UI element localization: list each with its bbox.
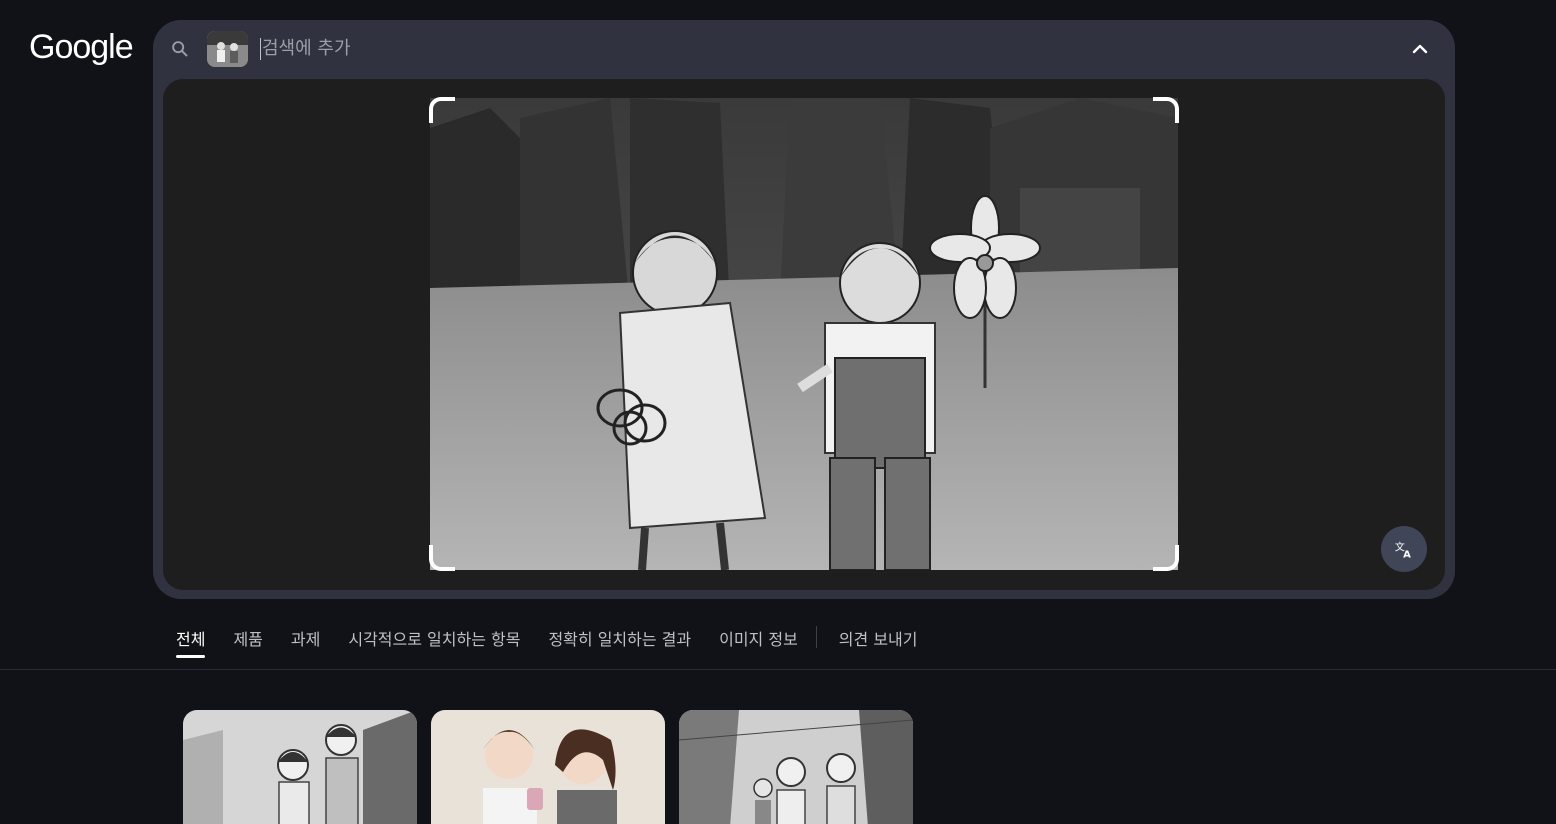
crop-handle-bottom-right[interactable] — [1153, 545, 1179, 571]
crop-handle-bottom-left[interactable] — [429, 545, 455, 571]
result-tabs: 전체 제품 과제 시각적으로 일치하는 항목 정확히 일치하는 결과 이미지 정… — [176, 626, 945, 658]
chevron-up-icon[interactable] — [1406, 36, 1434, 62]
svg-text:A: A — [1403, 549, 1411, 559]
tab-feedback[interactable]: 의견 보내기 — [839, 626, 918, 658]
search-bar — [153, 20, 1455, 76]
lens-panel: 文 A — [153, 20, 1455, 599]
tab-all[interactable]: 전체 — [176, 626, 206, 658]
results-grid — [183, 710, 913, 824]
search-icon[interactable] — [169, 38, 191, 60]
tab-separator — [815, 626, 817, 648]
divider — [0, 669, 1556, 670]
query-image-thumbnail[interactable] — [207, 31, 248, 67]
text-caret — [260, 38, 261, 60]
tab-about-image[interactable]: 이미지 정보 — [719, 626, 798, 658]
image-stage: 文 A — [163, 79, 1445, 590]
crop-handle-top-left[interactable] — [429, 97, 455, 123]
result-image-2[interactable] — [431, 710, 665, 824]
google-logo[interactable]: Google — [29, 28, 134, 67]
tab-products[interactable]: 제품 — [233, 626, 262, 658]
crop-handle-top-right[interactable] — [1153, 97, 1179, 123]
search-input[interactable] — [262, 34, 862, 62]
translate-icon[interactable]: 文 A — [1381, 526, 1427, 572]
tab-visual-matches[interactable]: 시각적으로 일치하는 항목 — [348, 626, 520, 658]
result-image-3[interactable] — [679, 710, 913, 824]
tab-exact-matches[interactable]: 정확히 일치하는 결과 — [548, 626, 691, 658]
tab-homework[interactable]: 과제 — [291, 626, 320, 658]
selected-image[interactable] — [430, 98, 1178, 570]
result-image-1[interactable] — [183, 710, 417, 824]
